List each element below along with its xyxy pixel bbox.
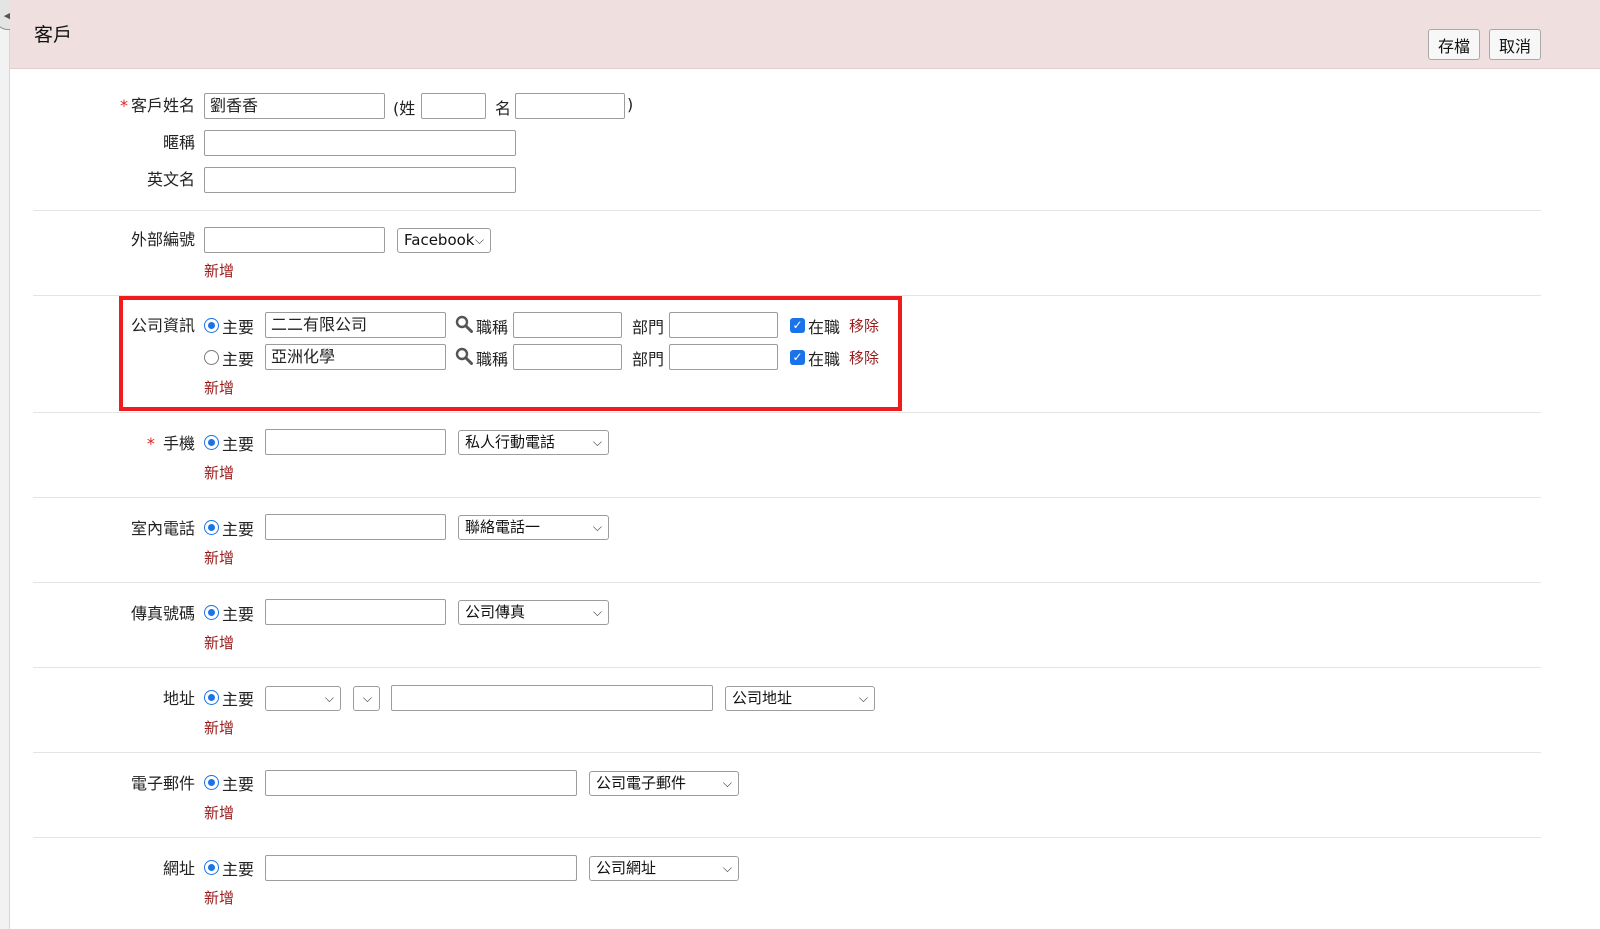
mobile-primary-radio[interactable]: [204, 435, 219, 450]
chevron-down-icon: ⌵: [722, 861, 732, 875]
primary-label: 主要: [222, 860, 255, 879]
email-type-select[interactable]: 公司電子郵件 ⌵: [589, 771, 739, 796]
highlight-box: [119, 296, 902, 411]
chevron-down-icon: ⌵: [592, 605, 602, 619]
page-header: 客戶 存檔 取消: [10, 0, 1600, 69]
address-label: 地址: [162, 689, 195, 708]
mobile-label: * 手機: [146, 434, 195, 453]
english-name-input[interactable]: [204, 167, 516, 193]
divider: [33, 837, 1541, 838]
landline-primary-radio[interactable]: [204, 520, 219, 535]
chevron-down-icon: ⌵: [474, 233, 484, 247]
address-type-select[interactable]: 公司地址 ⌵: [725, 686, 875, 711]
chevron-down-icon: ⌵: [592, 520, 602, 534]
customer-name-label: * 客戶姓名: [119, 96, 195, 115]
email-label: 電子郵件: [130, 774, 195, 793]
district-select[interactable]: ⌵: [353, 686, 380, 711]
landline-input[interactable]: [265, 514, 446, 540]
email-primary-radio[interactable]: [204, 775, 219, 790]
save-button[interactable]: 存檔: [1428, 29, 1481, 60]
website-label: 網址: [162, 859, 195, 878]
external-id-add-link[interactable]: 新增: [204, 260, 234, 281]
chevron-down-icon: ⌵: [592, 435, 602, 449]
divider: [33, 582, 1541, 583]
website-primary-radio[interactable]: [204, 860, 219, 875]
cancel-button[interactable]: 取消: [1489, 29, 1542, 60]
landline-label: 室內電話: [130, 519, 195, 538]
surname-input[interactable]: [421, 93, 486, 119]
mobile-input[interactable]: [265, 429, 446, 455]
required-icon: *: [146, 434, 155, 453]
primary-label: 主要: [222, 435, 255, 454]
mobile-type-select[interactable]: 私人行動電話 ⌵: [458, 430, 609, 455]
divider: [33, 752, 1541, 753]
address-primary-radio[interactable]: [204, 690, 219, 705]
external-id-source-select[interactable]: Facebook ⌵: [397, 228, 491, 253]
primary-label: 主要: [222, 690, 255, 709]
email-add-link[interactable]: 新增: [204, 802, 234, 823]
fax-label: 傳真號碼: [130, 604, 195, 623]
landline-type-select[interactable]: 聯絡電話一 ⌵: [458, 515, 609, 540]
surname-label: (姓: [393, 99, 416, 118]
chevron-down-icon: ⌵: [722, 776, 732, 790]
address-add-link[interactable]: 新增: [204, 717, 234, 738]
english-name-label: 英文名: [146, 170, 195, 189]
close-paren: ): [627, 95, 634, 114]
email-input[interactable]: [265, 770, 577, 796]
given-name-label: 名: [495, 99, 512, 118]
address-input[interactable]: [391, 685, 713, 711]
primary-label: 主要: [222, 605, 255, 624]
divider: [33, 497, 1541, 498]
city-select[interactable]: ⌵: [265, 686, 341, 711]
chevron-down-icon: ⌵: [362, 691, 372, 705]
required-icon: *: [119, 96, 128, 115]
chevron-down-icon: ⌵: [858, 691, 868, 705]
fax-input[interactable]: [265, 599, 446, 625]
website-add-link[interactable]: 新增: [204, 887, 234, 908]
website-type-select[interactable]: 公司網址 ⌵: [589, 856, 739, 881]
landline-add-link[interactable]: 新增: [204, 547, 234, 568]
customer-name-input[interactable]: 劉香香: [204, 93, 385, 119]
primary-label: 主要: [222, 520, 255, 539]
primary-label: 主要: [222, 775, 255, 794]
chevron-down-icon: ⌵: [324, 691, 334, 705]
nickname-label: 暱稱: [162, 133, 195, 152]
external-id-input[interactable]: [204, 227, 385, 253]
mobile-add-link[interactable]: 新增: [204, 462, 234, 483]
page-title: 客戶: [34, 24, 73, 46]
divider: [33, 667, 1541, 668]
fax-add-link[interactable]: 新增: [204, 632, 234, 653]
divider: [33, 210, 1541, 211]
external-id-label: 外部編號: [130, 230, 195, 249]
fax-primary-radio[interactable]: [204, 605, 219, 620]
divider: [33, 412, 1541, 413]
given-name-input[interactable]: [515, 93, 625, 119]
fax-type-select[interactable]: 公司傳真 ⌵: [458, 600, 609, 625]
nickname-input[interactable]: [204, 130, 516, 156]
website-input[interactable]: [265, 855, 577, 881]
